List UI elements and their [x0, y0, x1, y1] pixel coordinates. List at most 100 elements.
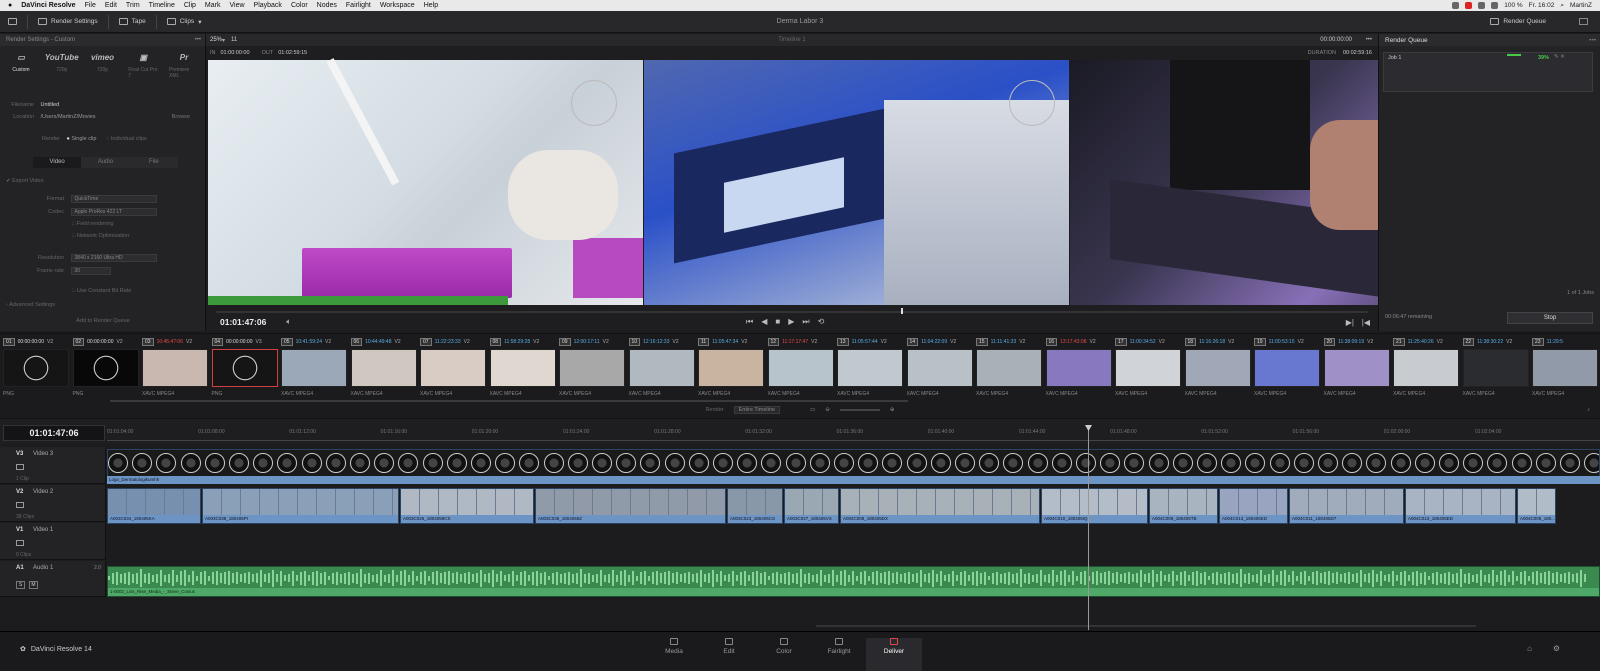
render-queue-button[interactable]: Render Queue: [1490, 18, 1546, 25]
timeline-clip[interactable]: A004C009_180405TB: [1149, 488, 1218, 524]
last-frame-icon[interactable]: ⏭: [802, 317, 809, 327]
loop-icon[interactable]: ⟲: [818, 317, 825, 327]
zoom-in-icon[interactable]: ⊕: [890, 407, 895, 413]
menu-workspace[interactable]: Workspace: [380, 2, 415, 9]
render-range-dropdown[interactable]: Entire Timeline: [733, 406, 780, 414]
menu-timeline[interactable]: Timeline: [149, 2, 175, 9]
track-header-v2[interactable]: V2 Video 2 38 Clips: [0, 485, 106, 522]
stop-icon[interactable]: ■: [775, 317, 780, 327]
track-video-icon[interactable]: [16, 502, 24, 508]
search-icon[interactable]: ⌕: [1560, 2, 1564, 10]
first-frame-icon[interactable]: ⏮: [746, 317, 753, 327]
menu-edit[interactable]: Edit: [105, 2, 117, 9]
timeline-clip[interactable]: A003C023_180405CS: [727, 488, 783, 524]
audio-clip[interactable]: 1-0002_Liss_Rise_Media_-_Steve_Cuvius: [107, 566, 1600, 597]
tab-file[interactable]: File: [130, 157, 178, 168]
clip-thumbnail[interactable]: [1532, 349, 1598, 387]
page-tab-fairlight[interactable]: Fairlight: [811, 638, 867, 655]
timeline-clip[interactable]: A004C005_180...: [1517, 488, 1556, 524]
thumbstrip-scrollbar[interactable]: [110, 400, 908, 402]
recording-icon[interactable]: [1465, 2, 1473, 9]
advanced-settings-row[interactable]: › Advanced Settings: [6, 302, 55, 308]
render-settings-button[interactable]: Render Settings: [38, 18, 98, 25]
timeline-view-icon[interactable]: ▭: [810, 407, 815, 413]
individual-clips-option[interactable]: Individual clips: [111, 136, 147, 142]
clip-thumbnail[interactable]: [559, 349, 625, 387]
location-field[interactable]: /Users/MartinZ/Movies: [41, 114, 96, 120]
radio-selected-icon[interactable]: ●: [67, 136, 70, 142]
wifi-icon[interactable]: [1478, 2, 1486, 9]
tab-video[interactable]: Video: [33, 157, 82, 168]
track-header-v3[interactable]: V3 Video 3 1 Clip: [0, 447, 106, 484]
scrubber-playhead[interactable]: [901, 308, 903, 314]
timeline-clip[interactable]: A003C036_1804059Z: [535, 488, 726, 524]
single-clip-option[interactable]: Single clip: [71, 136, 96, 142]
zoom-slider[interactable]: [839, 409, 880, 411]
codec-dropdown[interactable]: Apple ProRes 422 LT: [70, 208, 157, 216]
menu-file[interactable]: File: [85, 2, 96, 9]
menu-trim[interactable]: Trim: [126, 2, 140, 9]
preset-1[interactable]: YouTube 720p: [45, 50, 79, 90]
clips-button[interactable]: Clips ▾: [166, 18, 201, 26]
zoom-out-icon[interactable]: ⊖: [825, 407, 830, 413]
track-video-icon[interactable]: [16, 464, 24, 470]
out-timecode[interactable]: 01:02:59:15: [278, 50, 307, 56]
clip-thumbnail[interactable]: [1115, 349, 1181, 387]
menu-mark[interactable]: Mark: [205, 2, 221, 9]
menu-playback[interactable]: Playback: [254, 2, 282, 9]
menu-nodes[interactable]: Nodes: [317, 2, 337, 9]
clip-thumbnail[interactable]: [420, 349, 486, 387]
clip-thumbnail[interactable]: [1462, 349, 1529, 387]
framerate-dropdown[interactable]: 30: [70, 267, 111, 275]
clip-thumbnail[interactable]: [489, 349, 556, 387]
clock-text[interactable]: Fr. 16:02: [1529, 2, 1555, 9]
checkbox-icon[interactable]: □: [72, 233, 75, 239]
clip-thumbnail[interactable]: [211, 349, 278, 387]
clip-thumbnail[interactable]: [3, 349, 69, 387]
menu-help[interactable]: Help: [424, 2, 438, 9]
page-tab-media[interactable]: Media: [646, 638, 702, 655]
page-tab-color[interactable]: Color: [756, 638, 812, 655]
preset-0[interactable]: ▭ Custom: [6, 50, 36, 90]
timeline-clip[interactable]: A004C011_180405D7: [1289, 488, 1404, 524]
preset-4[interactable]: Pr Premiere XML: [169, 50, 199, 90]
track-video-icon[interactable]: [16, 540, 24, 546]
track-header-v1[interactable]: V1 Video 1 0 Clips: [0, 523, 106, 560]
menu-clip[interactable]: Clip: [184, 2, 196, 9]
track-header-a1[interactable]: A1 Audio 1 2.0 S M: [0, 561, 106, 597]
clip-thumbnail[interactable]: [698, 349, 764, 387]
timeline-clip[interactable]: A003C034_180405KA: [107, 488, 201, 524]
reverse-icon[interactable]: ◀: [761, 317, 767, 327]
user-name[interactable]: MartinZ: [1570, 2, 1592, 9]
options-icon[interactable]: •••: [1589, 37, 1596, 44]
menu-color[interactable]: Color: [291, 2, 308, 9]
cloud-icon[interactable]: [1452, 2, 1460, 9]
clip-thumbnail[interactable]: [1184, 349, 1251, 387]
gear-icon[interactable]: ⚙: [1553, 644, 1560, 653]
clip-thumbnail[interactable]: [142, 349, 208, 387]
clip-thumbnail[interactable]: [281, 349, 347, 387]
timeline-clip[interactable]: A003C025_1804059CS: [400, 488, 534, 524]
tab-audio[interactable]: Audio: [81, 157, 129, 168]
play-icon[interactable]: ▶: [788, 317, 794, 327]
page-tab-deliver[interactable]: Deliver: [866, 638, 922, 671]
filename-field[interactable]: Untitled: [41, 102, 60, 108]
timeline-clip[interactable]: A003C027_180405VS: [784, 488, 839, 524]
panel-toggle-icon[interactable]: [8, 18, 17, 25]
preset-2[interactable]: vimeo 720p: [88, 50, 118, 90]
checkbox-icon[interactable]: □: [72, 221, 75, 227]
clip-thumbnail[interactable]: [72, 349, 139, 387]
clip-thumbnail[interactable]: [906, 349, 973, 387]
timeline-clip[interactable]: A004C008_180405DX: [840, 488, 1040, 524]
page-tab-edit[interactable]: Edit: [701, 638, 757, 655]
viewer-scrubber[interactable]: [216, 308, 1368, 314]
resolution-dropdown[interactable]: 3840 x 2160 Ultra HD: [70, 254, 157, 262]
next-clip-icon[interactable]: |◀: [1362, 318, 1370, 327]
clip-thumbnail[interactable]: [837, 349, 903, 387]
timeline-clip[interactable]: A004C010_180405IQ: [1041, 488, 1148, 524]
options-icon[interactable]: •••: [1366, 37, 1372, 43]
format-dropdown[interactable]: QuickTime: [70, 195, 157, 203]
solo-button[interactable]: S: [16, 581, 25, 589]
clip-thumbnail[interactable]: [1045, 349, 1112, 387]
clip-thumbnail[interactable]: [1323, 349, 1390, 387]
